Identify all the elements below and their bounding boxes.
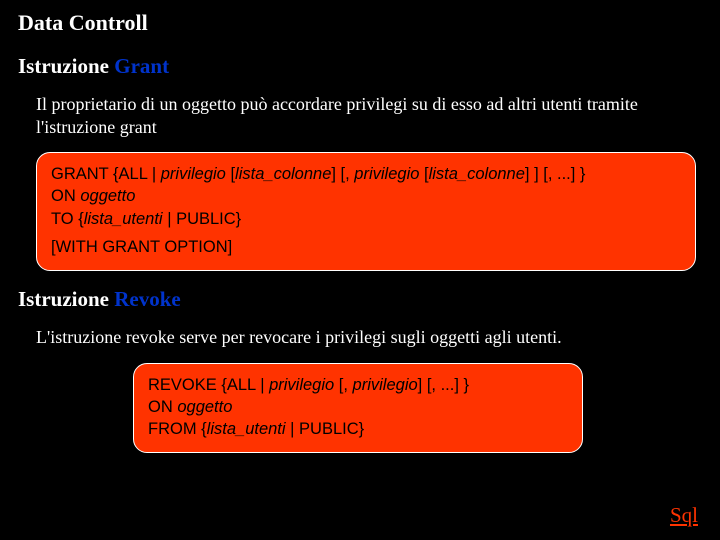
syntax-text: GRANT {ALL | — [51, 165, 161, 183]
grant-heading-prefix: Istruzione — [18, 54, 114, 78]
grant-heading-keyword: Grant — [114, 54, 169, 78]
syntax-text: ] ] [, ...] } — [525, 165, 586, 183]
grant-syntax-line-4: [WITH GRANT OPTION] — [51, 236, 681, 258]
syntax-text: [ — [226, 165, 235, 183]
syntax-text: FROM { — [148, 420, 207, 438]
sql-link[interactable]: Sql — [670, 503, 698, 528]
grant-body-text: Il proprietario di un oggetto può accord… — [36, 93, 696, 138]
syntax-text: | PUBLIC} — [286, 420, 365, 438]
grant-syntax-box: GRANT {ALL | privilegio [lista_colonne] … — [36, 152, 696, 271]
syntax-text: ] [, — [331, 165, 354, 183]
revoke-syntax-box: REVOKE {ALL | privilegio [, privilegio] … — [133, 363, 583, 454]
syntax-italic: lista_utenti — [84, 210, 163, 228]
syntax-text: REVOKE {ALL | — [148, 376, 269, 394]
revoke-syntax-line-1: REVOKE {ALL | privilegio [, privilegio] … — [148, 374, 568, 396]
grant-syntax-line-3: TO {lista_utenti | PUBLIC} — [51, 208, 681, 230]
revoke-heading-keyword: Revoke — [114, 287, 181, 311]
revoke-syntax-line-3: FROM {lista_utenti | PUBLIC} — [148, 418, 568, 440]
syntax-italic: privilegio — [353, 376, 418, 394]
syntax-italic: lista_colonne — [429, 165, 525, 183]
syntax-text: ON — [51, 187, 80, 205]
syntax-italic: oggetto — [177, 398, 232, 416]
syntax-text: [, — [334, 376, 352, 394]
revoke-body-text: L'istruzione revoke serve per revocare i… — [36, 326, 696, 349]
syntax-text: ON — [148, 398, 177, 416]
grant-section-title: Istruzione Grant — [18, 54, 702, 79]
syntax-italic: oggetto — [80, 187, 135, 205]
revoke-section-title: Istruzione Revoke — [18, 287, 702, 312]
syntax-text: | PUBLIC} — [163, 210, 242, 228]
syntax-text: [ — [419, 165, 428, 183]
syntax-italic: privilegio — [161, 165, 226, 183]
syntax-italic: privilegio — [354, 165, 419, 183]
syntax-text: ] [, ...] } — [418, 376, 469, 394]
syntax-italic: privilegio — [269, 376, 334, 394]
revoke-heading-prefix: Istruzione — [18, 287, 114, 311]
grant-syntax-line-1: GRANT {ALL | privilegio [lista_colonne] … — [51, 163, 681, 185]
page-title: Data Controll — [18, 10, 702, 36]
syntax-text: TO { — [51, 210, 84, 228]
syntax-italic: lista_utenti — [207, 420, 286, 438]
revoke-syntax-line-2: ON oggetto — [148, 396, 568, 418]
grant-syntax-line-2: ON oggetto — [51, 185, 681, 207]
syntax-italic: lista_colonne — [235, 165, 331, 183]
